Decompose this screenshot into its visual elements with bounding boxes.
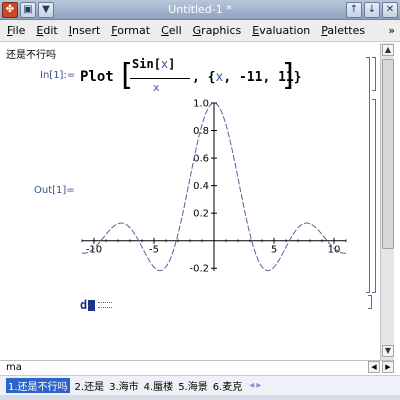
scroll-down-button[interactable]: ▼	[382, 345, 394, 357]
ime-candidate-bar: 1.还是不行吗 2.还是 3.海市 4.蜃楼 5.海景 6.麦克 ◂ ▸	[0, 375, 400, 395]
window-bottom-edge	[0, 395, 400, 400]
plot-keyword: Plot	[80, 69, 114, 85]
numerator-close-bracket: ]	[168, 57, 176, 71]
close-button[interactable]: ✕	[382, 2, 398, 18]
menu-evaluation[interactable]: Evaluation	[252, 24, 310, 37]
close-bracket: ]	[280, 58, 299, 93]
ime-candidate[interactable]: 1.还是不行吗	[6, 378, 70, 393]
window-title: Untitled-1 *	[168, 3, 232, 16]
range-open: , {	[192, 70, 216, 85]
x-tick-label: -10	[86, 245, 102, 256]
y-tick-label: 1.0	[193, 99, 209, 110]
fraction-bar	[130, 78, 190, 79]
title-bar-right-controls: ↑ ↓ ✕	[346, 2, 398, 18]
y-tick-label: -0.2	[189, 264, 209, 275]
menu-file[interactable]: File	[7, 24, 25, 37]
output-cell-bracket[interactable]	[372, 99, 376, 293]
menu-format[interactable]: Format	[111, 24, 150, 37]
ime-candidate[interactable]: 5.海景	[178, 378, 208, 393]
x-tick-label: -5	[149, 245, 159, 256]
scroll-right-button[interactable]: ▶	[382, 361, 394, 373]
ime-candidate[interactable]: 2.还是	[75, 378, 105, 393]
output-label: Out[1]=	[34, 185, 75, 196]
title-bar: ✤ ▣ ▼ Untitled-1 * ↑ ↓ ✕	[0, 0, 400, 20]
menu-cell[interactable]: Cell	[161, 24, 182, 37]
cell-group-bracket[interactable]	[366, 57, 370, 293]
text-cell[interactable]: 还是不行吗	[6, 46, 56, 61]
ime-input-text: ma	[6, 362, 22, 373]
y-tick-label: 0.6	[193, 154, 209, 165]
new-cell-bracket[interactable]	[368, 295, 372, 309]
menu-overflow-button[interactable]: »	[388, 24, 395, 37]
menu-edit[interactable]: Edit	[36, 24, 57, 37]
typed-text: d	[80, 298, 88, 312]
status-bar: ma ◀ ▶	[0, 360, 394, 374]
scroll-left-button[interactable]: ◀	[368, 361, 380, 373]
menu-bar: File Edit Insert Format Cell Graphics Ev…	[0, 20, 400, 42]
ime-candidate[interactable]: 6.麦克	[213, 378, 243, 393]
notebook-document[interactable]: 还是不行吗 In[1]:= Plot [ Sin[x] x , {x, -11,…	[0, 43, 380, 360]
ime-preedit-marker	[98, 302, 113, 308]
input-cell-bracket[interactable]	[372, 57, 376, 91]
minimize-button[interactable]: ↑	[346, 2, 362, 18]
fraction-denominator: x	[153, 81, 160, 94]
ime-next-page-icon[interactable]: ▸	[256, 380, 261, 391]
menu-insert[interactable]: Insert	[69, 24, 101, 37]
y-tick-label: 0.2	[193, 209, 209, 220]
numerator-open-bracket: [	[153, 57, 161, 71]
horizontal-scroll-controls: ◀ ▶	[368, 361, 394, 373]
sinc-plot[interactable]: -10 -5 5 10-0.20.20.40.60.81.0	[78, 99, 350, 279]
ime-candidate[interactable]: 3.海市	[109, 378, 139, 393]
vertical-scrollbar[interactable]: ▲ ▼	[380, 43, 394, 360]
scroll-up-button[interactable]: ▲	[382, 44, 394, 56]
input-label: In[1]:=	[40, 70, 76, 81]
maximize-button[interactable]: ↓	[364, 2, 380, 18]
ime-prev-page-icon[interactable]: ◂	[249, 380, 254, 391]
text-cursor	[88, 299, 96, 311]
menu-palettes[interactable]: Palettes	[321, 24, 365, 37]
scroll-thumb[interactable]	[382, 59, 394, 249]
sin-function: Sin	[132, 57, 154, 71]
new-input-cell[interactable]: d	[80, 298, 113, 312]
fraction-numerator: Sin[x]	[132, 57, 175, 71]
y-tick-label: 0.4	[193, 181, 209, 192]
x-tick-label: 10	[328, 245, 341, 256]
x-tick-label: 5	[271, 245, 277, 256]
menu-graphics[interactable]: Graphics	[193, 24, 242, 37]
ime-candidate[interactable]: 4.蜃楼	[144, 378, 174, 393]
